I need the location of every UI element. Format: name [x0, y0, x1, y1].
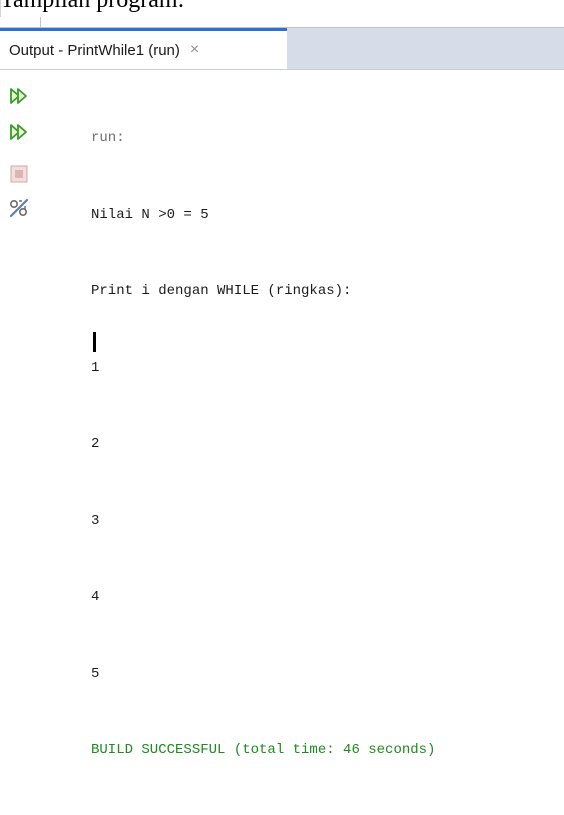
console-output[interactable]: run: Nilai N >0 = 5 Print i dengan WHILE…	[91, 75, 435, 815]
document-caption: Tampilan program:	[0, 0, 185, 13]
stop-button[interactable]	[8, 163, 30, 185]
console-line-print-header: Print i dengan WHILE (ringkas):	[91, 283, 352, 299]
console-line-input-value: Nilai N >0 = 5	[91, 206, 209, 223]
rerun-with-options-button[interactable]	[8, 121, 30, 143]
text-cursor	[93, 332, 96, 352]
console-line-value: 1	[91, 359, 100, 376]
console-line-value: 4	[91, 589, 100, 605]
rerun-button[interactable]	[8, 85, 30, 107]
console-line-build-status: BUILD SUCCESSFUL (total time: 46 seconds…	[91, 742, 436, 758]
rerun-with-options-icon	[10, 124, 27, 140]
settings-icon	[9, 198, 29, 218]
tab-output-printwhile1[interactable]: Output - PrintWhile1 (run) ×	[0, 28, 287, 69]
console-line-value: 2	[91, 436, 100, 452]
settings-button[interactable]	[8, 197, 30, 219]
console-line-value: 5	[91, 665, 100, 682]
stop-icon	[10, 165, 28, 183]
output-toolbar	[0, 70, 46, 420]
output-panel: run: Nilai N >0 = 5 Print i dengan WHILE…	[0, 69, 564, 758]
tab-label: Output - PrintWhile1 (run)	[9, 41, 180, 59]
editor-gutter-divider	[40, 17, 41, 27]
editor-bottom-edge	[0, 17, 564, 27]
output-tabbar: Output - PrintWhile1 (run) ×	[0, 27, 564, 69]
console-line-run: run:	[91, 130, 125, 146]
tab-close-icon[interactable]: ×	[190, 41, 199, 59]
rerun-icon	[10, 88, 27, 104]
console-line-value: 3	[91, 512, 100, 529]
